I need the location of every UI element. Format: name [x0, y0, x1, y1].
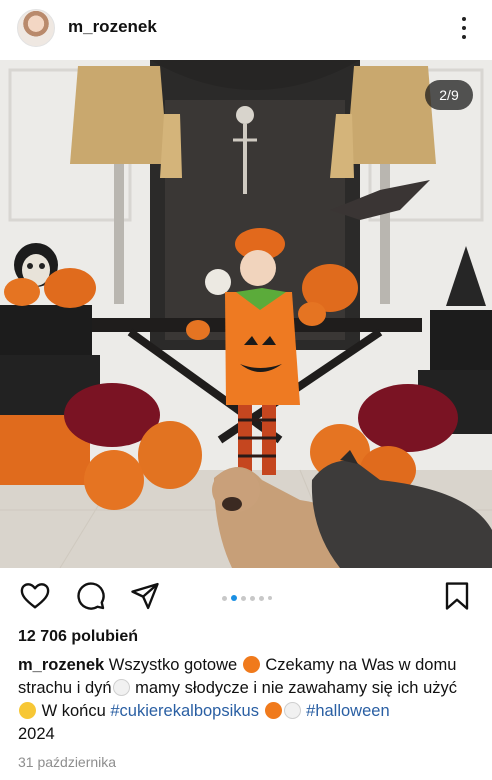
avatar[interactable]	[17, 9, 55, 47]
caption-text: mamy słodycze i nie zawahamy się ich uży…	[130, 679, 457, 697]
more-vertical-icon[interactable]	[455, 13, 473, 43]
post-header: m_rozenek	[0, 0, 492, 58]
caption-text: Wszystko gotowe	[104, 656, 242, 674]
pumpkin-emoji	[264, 702, 282, 719]
username[interactable]: m_rozenek	[68, 17, 157, 37]
likes-count[interactable]: 12 706 polubień	[18, 628, 138, 646]
carousel-dot	[259, 595, 264, 601]
slide-counter: 2/9	[425, 80, 473, 110]
post-photo[interactable]	[0, 60, 492, 568]
carousel-dot	[222, 595, 227, 601]
bookmark-icon[interactable]	[440, 578, 474, 614]
heart-icon[interactable]	[18, 578, 52, 614]
pumpkin-emoji	[242, 656, 260, 673]
carousel-dot-active	[231, 595, 237, 601]
carousel-indicator	[222, 595, 272, 601]
hashtag-link[interactable]: #halloween	[306, 702, 389, 720]
caption-text: 2024	[18, 725, 55, 743]
laughing-emoji	[19, 702, 36, 719]
carousel-dot	[250, 595, 255, 601]
comment-icon[interactable]	[74, 578, 108, 614]
carousel-dot	[241, 595, 246, 601]
carousel-dot	[268, 596, 272, 600]
hashtag-link[interactable]: #cukierekalbopsikus	[110, 702, 259, 720]
post-caption: m_rozenek Wszystko gotowe Czekamy na Was…	[18, 654, 480, 746]
caption-username[interactable]: m_rozenek	[18, 656, 104, 674]
ghost-emoji	[112, 679, 130, 696]
ghost-emoji	[283, 702, 301, 719]
halloween-scene-illustration	[0, 60, 492, 568]
send-icon[interactable]	[128, 578, 162, 614]
post-date: 31 października	[18, 754, 117, 770]
caption-text: W końcu	[37, 702, 111, 720]
